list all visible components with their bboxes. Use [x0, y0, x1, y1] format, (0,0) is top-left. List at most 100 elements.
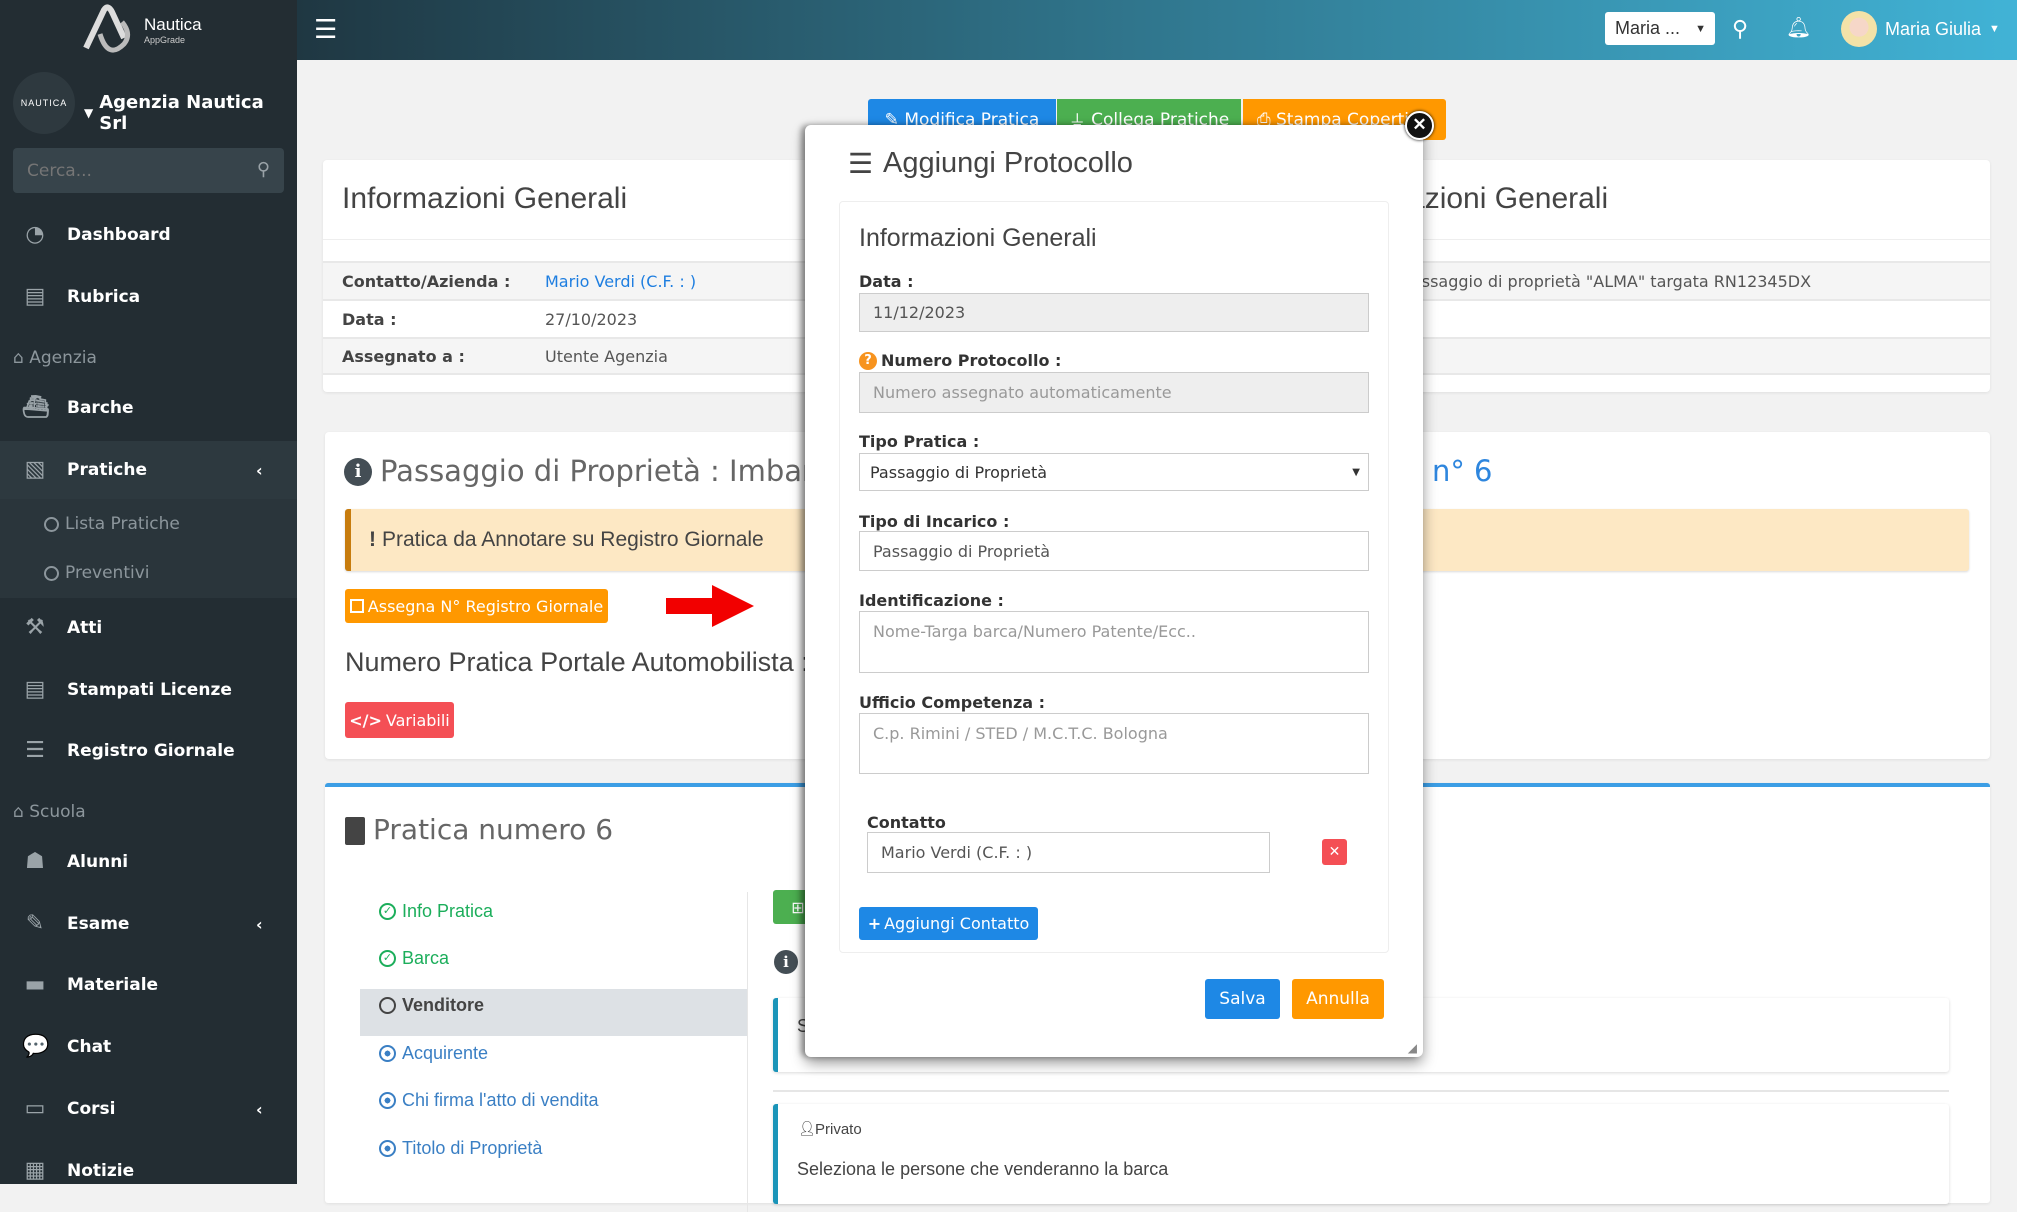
step-info-pratica[interactable]: ✓ Info Pratica: [379, 901, 493, 922]
contatto-field[interactable]: Mario Verdi (C.F. : ): [867, 832, 1270, 873]
identificazione-textarea[interactable]: Nome-Targa barca/Numero Patente/Ecc..: [859, 611, 1369, 673]
search-box[interactable]: ⚲: [13, 148, 284, 193]
user-astronaut-icon[interactable]: ⚲: [1732, 16, 1748, 42]
row-label: Data :: [342, 309, 397, 329]
select-value: Passaggio di Proprietà: [870, 462, 1048, 482]
sidebar-item-registro[interactable]: ☰ Registro Giornale: [0, 722, 297, 780]
brand-logo[interactable]: Nautica AppGrade: [80, 4, 230, 56]
section-label: Agenzia: [29, 348, 97, 368]
logo-icon: [83, 4, 130, 53]
row-value: 27/10/2023: [545, 309, 638, 329]
sidebar-item-pratiche[interactable]: ▧ Pratiche ‹: [0, 441, 297, 499]
sidebar-item-label: Chat: [67, 1037, 112, 1057]
sidebar-item-stampati[interactable]: ▤ Stampati Licenze: [0, 661, 297, 719]
user-icon: 👤︎: [798, 1120, 816, 1136]
gavel-icon: ⚒: [25, 615, 45, 640]
data-value: 11/12/2023: [873, 303, 966, 322]
sidebar-subitem-lista-pratiche[interactable]: Lista Pratiche: [44, 514, 180, 534]
sidebar-section-scuola: ⌂ Scuola: [13, 802, 86, 822]
sidebar-item-rubrica[interactable]: ▤ Rubrica: [0, 268, 297, 326]
sidebar-item-corsi[interactable]: ▭ Corsi ‹: [0, 1080, 297, 1138]
search-icon[interactable]: ⚲: [257, 159, 270, 180]
sidebar-item-atti[interactable]: ⚒ Atti: [0, 599, 297, 657]
section-label: Scuola: [29, 802, 86, 822]
aggiungi-contatto-button[interactable]: + Aggiungi Contatto: [859, 907, 1038, 940]
code-icon: </>: [349, 710, 382, 730]
tipo-incarico-field[interactable]: Passaggio di Proprietà: [859, 531, 1369, 571]
button-label: Aggiungi Contatto: [884, 914, 1030, 933]
annulla-button[interactable]: Annulla: [1292, 979, 1384, 1019]
sidebar-item-barche[interactable]: ⛴ Barche: [0, 379, 297, 437]
resize-grip-icon[interactable]: ◢: [1408, 1041, 1417, 1055]
label-text: Numero Protocollo :: [881, 351, 1062, 370]
topbar: ☰ Maria ... ▼ ⚲ 🔔︎ Maria Giulia ▼: [297, 0, 2017, 60]
step-acquirente[interactable]: Acquirente: [379, 1043, 488, 1064]
sidebar: Nautica AppGrade NAUTICA ▼ Agenzia Nauti…: [0, 0, 297, 1184]
alert-text: Pratica da Annotare su Registro Giornale: [382, 528, 764, 551]
contact-link[interactable]: Mario Verdi (C.F. : ): [545, 272, 696, 291]
sidebar-subitem-preventivi[interactable]: Preventivi: [44, 563, 150, 583]
step-chi-firma[interactable]: Chi firma l'atto di vendita: [379, 1090, 599, 1111]
brand-name: Nautica: [144, 15, 202, 34]
numero-protocollo-field[interactable]: Numero assegnato automaticamente: [859, 372, 1369, 413]
university-icon: ⌂: [13, 802, 24, 822]
agency-logo-text: NAUTICA: [20, 98, 68, 108]
sidebar-item-label: Rubrica: [67, 287, 141, 307]
comments-icon: 💬: [22, 1034, 50, 1059]
sidebar-item-label: Materiale: [67, 975, 159, 995]
remove-contact-button[interactable]: ✕: [1322, 839, 1347, 865]
sidebar-item-materiale[interactable]: ▬ Materiale: [0, 956, 297, 1014]
step-barca[interactable]: ✓ Barca: [379, 948, 449, 969]
portale-number: Numero Pratica Portale Automobilista : N: [345, 647, 836, 677]
identificazione-label: Identificazione :: [859, 591, 1004, 610]
brand-sub: AppGrade: [144, 35, 186, 45]
data-field[interactable]: 11/12/2023: [859, 293, 1369, 332]
circle-icon: [44, 565, 59, 581]
close-icon: ✕: [1412, 115, 1427, 134]
step-label: Info Pratica: [402, 901, 494, 921]
step-label: Titolo di Proprietà: [402, 1138, 543, 1158]
question-circle-icon[interactable]: ?: [859, 351, 877, 370]
sidebar-item-alunni[interactable]: ☗ Alunni: [0, 833, 297, 891]
check-circle-icon: ✓: [379, 950, 396, 967]
sidebar-section-agenzia: ⌂ Agenzia: [13, 348, 97, 368]
search-input[interactable]: [27, 158, 227, 183]
agency-switcher[interactable]: ▼ Agenzia Nautica Srl: [84, 92, 297, 134]
sidebar-item-label: Alunni: [67, 852, 129, 872]
tipo-pratica-label: Tipo Pratica :: [859, 432, 980, 451]
row-label: Assegnato a :: [342, 346, 465, 366]
salva-button[interactable]: Salva: [1205, 979, 1280, 1019]
file-contract-icon: [345, 817, 365, 845]
tipo-pratica-select[interactable]: Passaggio di Proprietà ▼: [859, 453, 1369, 491]
sidebar-item-label: Pratiche: [67, 460, 147, 480]
pratica-title: Passaggio di Proprietà : Imbarcaz: [380, 454, 863, 488]
contatto-label: Contatto: [867, 813, 946, 832]
sidebar-item-notizie[interactable]: ▦ Notizie: [0, 1142, 297, 1200]
dot-circle-icon: [379, 1092, 396, 1109]
sidebar-item-label: Corsi: [67, 1099, 116, 1119]
agency-avatar[interactable]: NAUTICA: [13, 72, 75, 134]
sidebar-item-dashboard[interactable]: ◔ Dashboard: [0, 206, 297, 264]
folder-icon: ▬: [24, 972, 46, 997]
bell-icon[interactable]: 🔔︎: [1786, 15, 1811, 40]
user-select-value: Maria ...: [1615, 18, 1681, 38]
step-titolo[interactable]: Titolo di Proprietà: [379, 1138, 542, 1159]
steps-title: Pratica numero 6: [373, 813, 614, 846]
ufficio-textarea[interactable]: C.p. Rimini / STED / M.C.T.C. Bologna: [859, 713, 1369, 774]
step-label: Venditore: [402, 995, 485, 1015]
variabili-button[interactable]: </> Variabili: [345, 702, 454, 738]
close-modal-button[interactable]: ✕: [1405, 111, 1434, 140]
numero-label: ? Numero Protocollo :: [859, 351, 1061, 370]
circle-icon: [44, 516, 59, 532]
dashboard-icon: ◔: [25, 222, 45, 247]
red-arrow-icon: [666, 585, 754, 627]
modal-title: Aggiungi Protocollo: [883, 147, 1133, 179]
hamburger-menu-icon[interactable]: ☰: [314, 14, 337, 44]
sidebar-item-esame[interactable]: ✎ Esame ‹: [0, 895, 297, 953]
user-select[interactable]: Maria ... ▼: [1605, 12, 1715, 45]
privato-box: 👤︎ Privato Seleziona le persone che vend…: [773, 1104, 1949, 1204]
sidebar-item-chat[interactable]: 💬 Chat: [0, 1018, 297, 1076]
step-venditore[interactable]: Venditore: [379, 995, 484, 1016]
user-menu[interactable]: Maria Giulia ▼: [1841, 11, 2000, 47]
assegna-registro-button[interactable]: Assegna N° Registro Giornale: [345, 589, 608, 623]
